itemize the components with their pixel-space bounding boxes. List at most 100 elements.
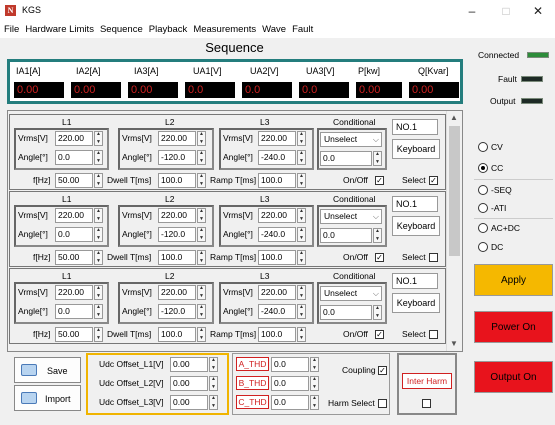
l3-angle-input[interactable]: -240.0 bbox=[258, 227, 296, 242]
l3-angle-stepper[interactable] bbox=[297, 150, 306, 165]
keyboard-button[interactable]: Keyboard bbox=[392, 139, 440, 159]
ramp-input[interactable]: 100.0 bbox=[258, 173, 296, 188]
close-button[interactable]: ✕ bbox=[521, 0, 555, 22]
mode-cv-radio[interactable] bbox=[478, 142, 488, 152]
l1-angle-stepper[interactable] bbox=[94, 227, 103, 242]
c-thd-stepper[interactable] bbox=[310, 395, 319, 410]
dwell-input[interactable]: 100.0 bbox=[158, 173, 196, 188]
l1-angle-input[interactable]: 0.0 bbox=[55, 227, 93, 242]
menu-wave[interactable]: Wave bbox=[259, 23, 289, 37]
l1-vrms-input[interactable]: 220.00 bbox=[55, 285, 93, 300]
ramp-stepper[interactable] bbox=[297, 250, 306, 265]
l3-vrms-stepper[interactable] bbox=[297, 285, 306, 300]
l3-vrms-stepper[interactable] bbox=[297, 131, 306, 146]
l1-vrms-stepper[interactable] bbox=[94, 208, 103, 223]
l3-vrms-stepper[interactable] bbox=[297, 208, 306, 223]
mode-seq-radio[interactable] bbox=[478, 185, 488, 195]
l1-vrms-input[interactable]: 220.00 bbox=[55, 208, 93, 223]
l1-angle-input[interactable]: 0.0 bbox=[55, 304, 93, 319]
select-checkbox[interactable] bbox=[429, 253, 438, 262]
l2-angle-stepper[interactable] bbox=[197, 304, 206, 319]
scroll-up-icon[interactable]: ▲ bbox=[446, 111, 462, 125]
l1-vrms-stepper[interactable] bbox=[94, 285, 103, 300]
import-button[interactable]: Import bbox=[14, 385, 81, 411]
l1-vrms-stepper[interactable] bbox=[94, 131, 103, 146]
dwell-stepper[interactable] bbox=[197, 327, 206, 342]
scroll-down-icon[interactable]: ▼ bbox=[446, 337, 462, 351]
conditional-value-stepper[interactable] bbox=[373, 305, 382, 320]
menu-file[interactable]: File bbox=[1, 23, 22, 37]
udc-l2-input[interactable]: 0.00 bbox=[170, 376, 208, 391]
fhz-stepper[interactable] bbox=[94, 327, 103, 342]
l2-vrms-stepper[interactable] bbox=[197, 285, 206, 300]
ramp-input[interactable]: 100.0 bbox=[258, 327, 296, 342]
l2-angle-input[interactable]: -120.0 bbox=[158, 150, 196, 165]
keyboard-button[interactable]: Keyboard bbox=[392, 293, 440, 313]
inter-harm-checkbox[interactable] bbox=[422, 399, 431, 408]
mode-dc-radio[interactable] bbox=[478, 242, 488, 252]
maximize-button[interactable]: □ bbox=[489, 0, 523, 22]
conditional-select[interactable]: Unselect ⌵ bbox=[320, 209, 382, 224]
ramp-input[interactable]: 100.0 bbox=[258, 250, 296, 265]
ramp-stepper[interactable] bbox=[297, 327, 306, 342]
apply-button[interactable]: Apply bbox=[474, 264, 553, 296]
l3-vrms-input[interactable]: 220.00 bbox=[258, 285, 296, 300]
minimize-button[interactable]: – bbox=[455, 0, 489, 22]
conditional-value-input[interactable]: 0.0 bbox=[320, 228, 372, 243]
fhz-stepper[interactable] bbox=[94, 173, 103, 188]
coupling-checkbox[interactable]: ✓ bbox=[378, 366, 387, 375]
l2-angle-input[interactable]: -120.0 bbox=[158, 304, 196, 319]
b-thd-stepper[interactable] bbox=[310, 376, 319, 391]
l2-vrms-stepper[interactable] bbox=[197, 131, 206, 146]
udc-l1-input[interactable]: 0.00 bbox=[170, 357, 208, 372]
menu-measurements[interactable]: Measurements bbox=[190, 23, 259, 37]
udc-l2-stepper[interactable] bbox=[209, 376, 218, 391]
mode-cc-radio[interactable] bbox=[478, 163, 488, 173]
l1-angle-stepper[interactable] bbox=[94, 150, 103, 165]
l1-angle-stepper[interactable] bbox=[94, 304, 103, 319]
conditional-value-input[interactable]: 0.0 bbox=[320, 305, 372, 320]
c-thd-input[interactable]: 0.0 bbox=[271, 395, 309, 410]
power-on-button[interactable]: Power On bbox=[474, 311, 553, 343]
l3-angle-stepper[interactable] bbox=[297, 304, 306, 319]
ramp-stepper[interactable] bbox=[297, 173, 306, 188]
select-checkbox[interactable]: ✓ bbox=[429, 176, 438, 185]
a-thd-input[interactable]: 0.0 bbox=[271, 357, 309, 372]
l2-vrms-input[interactable]: 220.00 bbox=[158, 131, 196, 146]
onoff-checkbox[interactable]: ✓ bbox=[375, 176, 384, 185]
output-on-button[interactable]: Output On bbox=[474, 361, 553, 393]
dwell-input[interactable]: 100.0 bbox=[158, 327, 196, 342]
l2-vrms-input[interactable]: 220.00 bbox=[158, 285, 196, 300]
fhz-stepper[interactable] bbox=[94, 250, 103, 265]
fhz-input[interactable]: 50.00 bbox=[55, 173, 93, 188]
mode-ati-radio[interactable] bbox=[478, 203, 488, 213]
l2-angle-stepper[interactable] bbox=[197, 227, 206, 242]
udc-l1-stepper[interactable] bbox=[209, 357, 218, 372]
udc-l3-stepper[interactable] bbox=[209, 395, 218, 410]
l2-angle-input[interactable]: -120.0 bbox=[158, 227, 196, 242]
conditional-value-input[interactable]: 0.0 bbox=[320, 151, 372, 166]
menu-fault[interactable]: Fault bbox=[289, 23, 316, 37]
onoff-checkbox[interactable]: ✓ bbox=[375, 330, 384, 339]
conditional-select[interactable]: Unselect ⌵ bbox=[320, 132, 382, 147]
l1-angle-input[interactable]: 0.0 bbox=[55, 150, 93, 165]
l3-vrms-input[interactable]: 220.00 bbox=[258, 131, 296, 146]
menu-hardware-limits[interactable]: Hardware Limits bbox=[22, 23, 97, 37]
keyboard-button[interactable]: Keyboard bbox=[392, 216, 440, 236]
mode-acdc-radio[interactable] bbox=[478, 223, 488, 233]
l3-angle-input[interactable]: -240.0 bbox=[258, 150, 296, 165]
save-button[interactable]: Save bbox=[14, 357, 81, 383]
fhz-input[interactable]: 50.00 bbox=[55, 327, 93, 342]
conditional-value-stepper[interactable] bbox=[373, 151, 382, 166]
b-thd-input[interactable]: 0.0 bbox=[271, 376, 309, 391]
select-checkbox[interactable] bbox=[429, 330, 438, 339]
conditional-value-stepper[interactable] bbox=[373, 228, 382, 243]
dwell-stepper[interactable] bbox=[197, 250, 206, 265]
dwell-input[interactable]: 100.0 bbox=[158, 250, 196, 265]
scroll-thumb[interactable] bbox=[449, 126, 460, 256]
l3-vrms-input[interactable]: 220.00 bbox=[258, 208, 296, 223]
l1-vrms-input[interactable]: 220.00 bbox=[55, 131, 93, 146]
conditional-select[interactable]: Unselect ⌵ bbox=[320, 286, 382, 301]
l2-vrms-input[interactable]: 220.00 bbox=[158, 208, 196, 223]
onoff-checkbox[interactable]: ✓ bbox=[375, 253, 384, 262]
